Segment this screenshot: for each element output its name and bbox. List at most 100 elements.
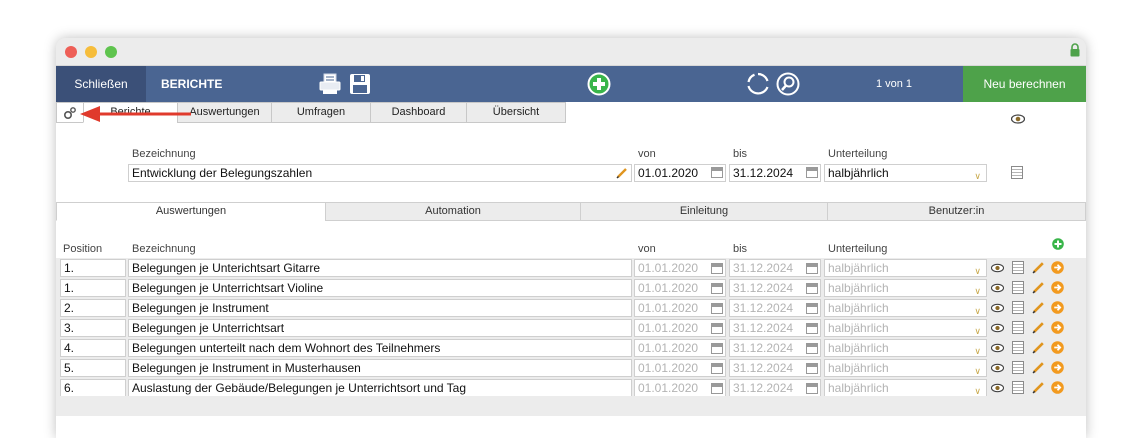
bezeichnung-cell[interactable]: Belegungen je Instrument xyxy=(128,299,632,317)
bezeichnung-cell[interactable]: Belegungen je Unterichtsart Gitarre xyxy=(128,259,632,277)
table-row[interactable]: 4. Belegungen unterteilt nach dem Wohnort… xyxy=(56,338,1086,358)
column-header-bezeichnung: Bezeichnung xyxy=(132,243,196,255)
chevron-down-icon: ∨ xyxy=(974,286,981,296)
arrow-right-circle-icon[interactable] xyxy=(1051,281,1064,294)
list-icon[interactable] xyxy=(1011,166,1023,179)
table-row[interactable]: 6. Auslastung der Gebäude/Belegungen je U… xyxy=(56,378,1086,398)
list-icon[interactable] xyxy=(1012,281,1024,294)
tab-umfragen[interactable]: Umfragen xyxy=(271,102,371,123)
column-header-bis: bis xyxy=(733,243,748,255)
tab-uebersicht[interactable]: Übersicht xyxy=(466,102,566,123)
eye-icon[interactable] xyxy=(991,303,1004,313)
calendar-icon xyxy=(711,343,723,354)
grid-footer xyxy=(56,396,1086,416)
bezeichnung-cell[interactable]: Auslastung der Gebäude/Belegungen je Unt… xyxy=(128,379,632,397)
bis-label: bis xyxy=(733,148,748,160)
tab-automation[interactable]: Automation xyxy=(325,202,581,221)
list-icon[interactable] xyxy=(1012,341,1024,354)
main-content: Berichte Auswertungen Umfragen Dashboard… xyxy=(56,102,1086,438)
pencil-icon[interactable] xyxy=(1032,381,1045,394)
position-cell[interactable]: 6. xyxy=(60,379,126,397)
chevron-down-icon: ∨ xyxy=(974,346,981,356)
list-icon[interactable] xyxy=(1012,261,1024,274)
table-row[interactable]: 1. Belegungen je Unterichtsart Gitarre 01.… xyxy=(56,258,1086,278)
calendar-icon xyxy=(711,363,723,374)
calendar-icon xyxy=(806,283,818,294)
minimize-window-button[interactable] xyxy=(85,46,97,58)
unterteilung-cell: halbjährlich ∨ xyxy=(824,359,987,377)
calendar-icon xyxy=(711,303,723,314)
unterteilung-value: halbjährlich xyxy=(828,361,889,375)
bezeichnung-value: Entwicklung der Belegungszahlen xyxy=(132,166,313,180)
bezeichnung-field[interactable]: Entwicklung der Belegungszahlen xyxy=(128,164,632,182)
unterteilung-cell: halbjährlich ∨ xyxy=(824,379,987,397)
calendar-icon[interactable] xyxy=(806,167,818,178)
calendar-icon xyxy=(806,343,818,354)
eye-icon[interactable] xyxy=(991,383,1004,393)
tab-benutzerin[interactable]: Benutzer:in xyxy=(827,202,1086,221)
list-icon[interactable] xyxy=(1012,361,1024,374)
chevron-down-icon: ∨ xyxy=(974,386,981,396)
pencil-icon[interactable] xyxy=(1032,281,1045,294)
table-row[interactable]: 1. Belegungen je Unterrichtsart Violine 01… xyxy=(56,278,1086,298)
pencil-icon[interactable] xyxy=(616,167,628,179)
save-icon[interactable] xyxy=(348,72,372,96)
table-row[interactable]: 3. Belegungen je Unterrichtsart 01.01.2020… xyxy=(56,318,1086,338)
position-cell[interactable]: 5. xyxy=(60,359,126,377)
bezeichnung-cell[interactable]: Belegungen je Unterrichtsart xyxy=(128,319,632,337)
recalculate-button[interactable]: Neu berechnen xyxy=(963,66,1086,102)
unterteilung-select[interactable]: halbjährlich ∨ xyxy=(824,164,987,182)
eye-icon[interactable] xyxy=(991,343,1004,353)
toolbar: Schließen BERICHTE 1 von 1 Neu berechnen xyxy=(56,66,1086,102)
bezeichnung-cell[interactable]: Belegungen je Unterrichtsart Violine xyxy=(128,279,632,297)
title-bar xyxy=(56,38,1086,66)
refresh-icon[interactable] xyxy=(746,72,770,96)
table-row[interactable]: 2. Belegungen je Instrument 01.01.2020 31.1… xyxy=(56,298,1086,318)
bezeichnung-cell[interactable]: Belegungen unterteilt nach dem Wohnort d… xyxy=(128,339,632,357)
eye-icon[interactable] xyxy=(1011,114,1025,124)
position-cell[interactable]: 2. xyxy=(60,299,126,317)
close-button[interactable]: Schließen xyxy=(56,66,146,102)
add-row-icon[interactable] xyxy=(1052,238,1064,250)
calendar-icon xyxy=(806,383,818,394)
position-cell[interactable]: 1. xyxy=(60,279,126,297)
chevron-down-icon: ∨ xyxy=(974,171,981,181)
arrow-right-circle-icon[interactable] xyxy=(1051,261,1064,274)
page-title: BERICHTE xyxy=(161,77,223,91)
arrow-right-circle-icon[interactable] xyxy=(1051,381,1064,394)
tab-auswertungen-sub[interactable]: Auswertungen xyxy=(56,202,326,221)
pencil-icon[interactable] xyxy=(1032,261,1045,274)
pencil-icon[interactable] xyxy=(1032,301,1045,314)
list-icon[interactable] xyxy=(1012,381,1024,394)
bezeichnung-cell[interactable]: Belegungen je Instrument in Musterhausen xyxy=(128,359,632,377)
unterteilung-value: halbjährlich xyxy=(828,281,889,295)
eye-icon[interactable] xyxy=(991,283,1004,293)
search-icon[interactable] xyxy=(776,72,800,96)
add-icon[interactable] xyxy=(587,72,611,96)
unterteilung-value: halbjährlich xyxy=(828,381,889,395)
arrow-right-circle-icon[interactable] xyxy=(1051,321,1064,334)
list-icon[interactable] xyxy=(1012,301,1024,314)
chevron-down-icon: ∨ xyxy=(974,266,981,276)
arrow-right-circle-icon[interactable] xyxy=(1051,361,1064,374)
arrow-right-circle-icon[interactable] xyxy=(1051,301,1064,314)
position-cell[interactable]: 4. xyxy=(60,339,126,357)
eye-icon[interactable] xyxy=(991,363,1004,373)
pencil-icon[interactable] xyxy=(1032,361,1045,374)
eye-icon[interactable] xyxy=(991,323,1004,333)
tab-einleitung[interactable]: Einleitung xyxy=(580,202,828,221)
pencil-icon[interactable] xyxy=(1032,341,1045,354)
arrow-right-circle-icon[interactable] xyxy=(1051,341,1064,354)
position-cell[interactable]: 3. xyxy=(60,319,126,337)
pencil-icon[interactable] xyxy=(1032,321,1045,334)
list-icon[interactable] xyxy=(1012,321,1024,334)
position-cell[interactable]: 1. xyxy=(60,259,126,277)
tab-dashboard[interactable]: Dashboard xyxy=(370,102,467,123)
eye-icon[interactable] xyxy=(991,263,1004,273)
unterteilung-value: halbjährlich xyxy=(828,166,889,180)
print-icon[interactable] xyxy=(318,72,342,96)
calendar-icon[interactable] xyxy=(711,167,723,178)
close-window-button[interactable] xyxy=(65,46,77,58)
zoom-window-button[interactable] xyxy=(105,46,117,58)
table-row[interactable]: 5. Belegungen je Instrument in Musterhaus… xyxy=(56,358,1086,378)
